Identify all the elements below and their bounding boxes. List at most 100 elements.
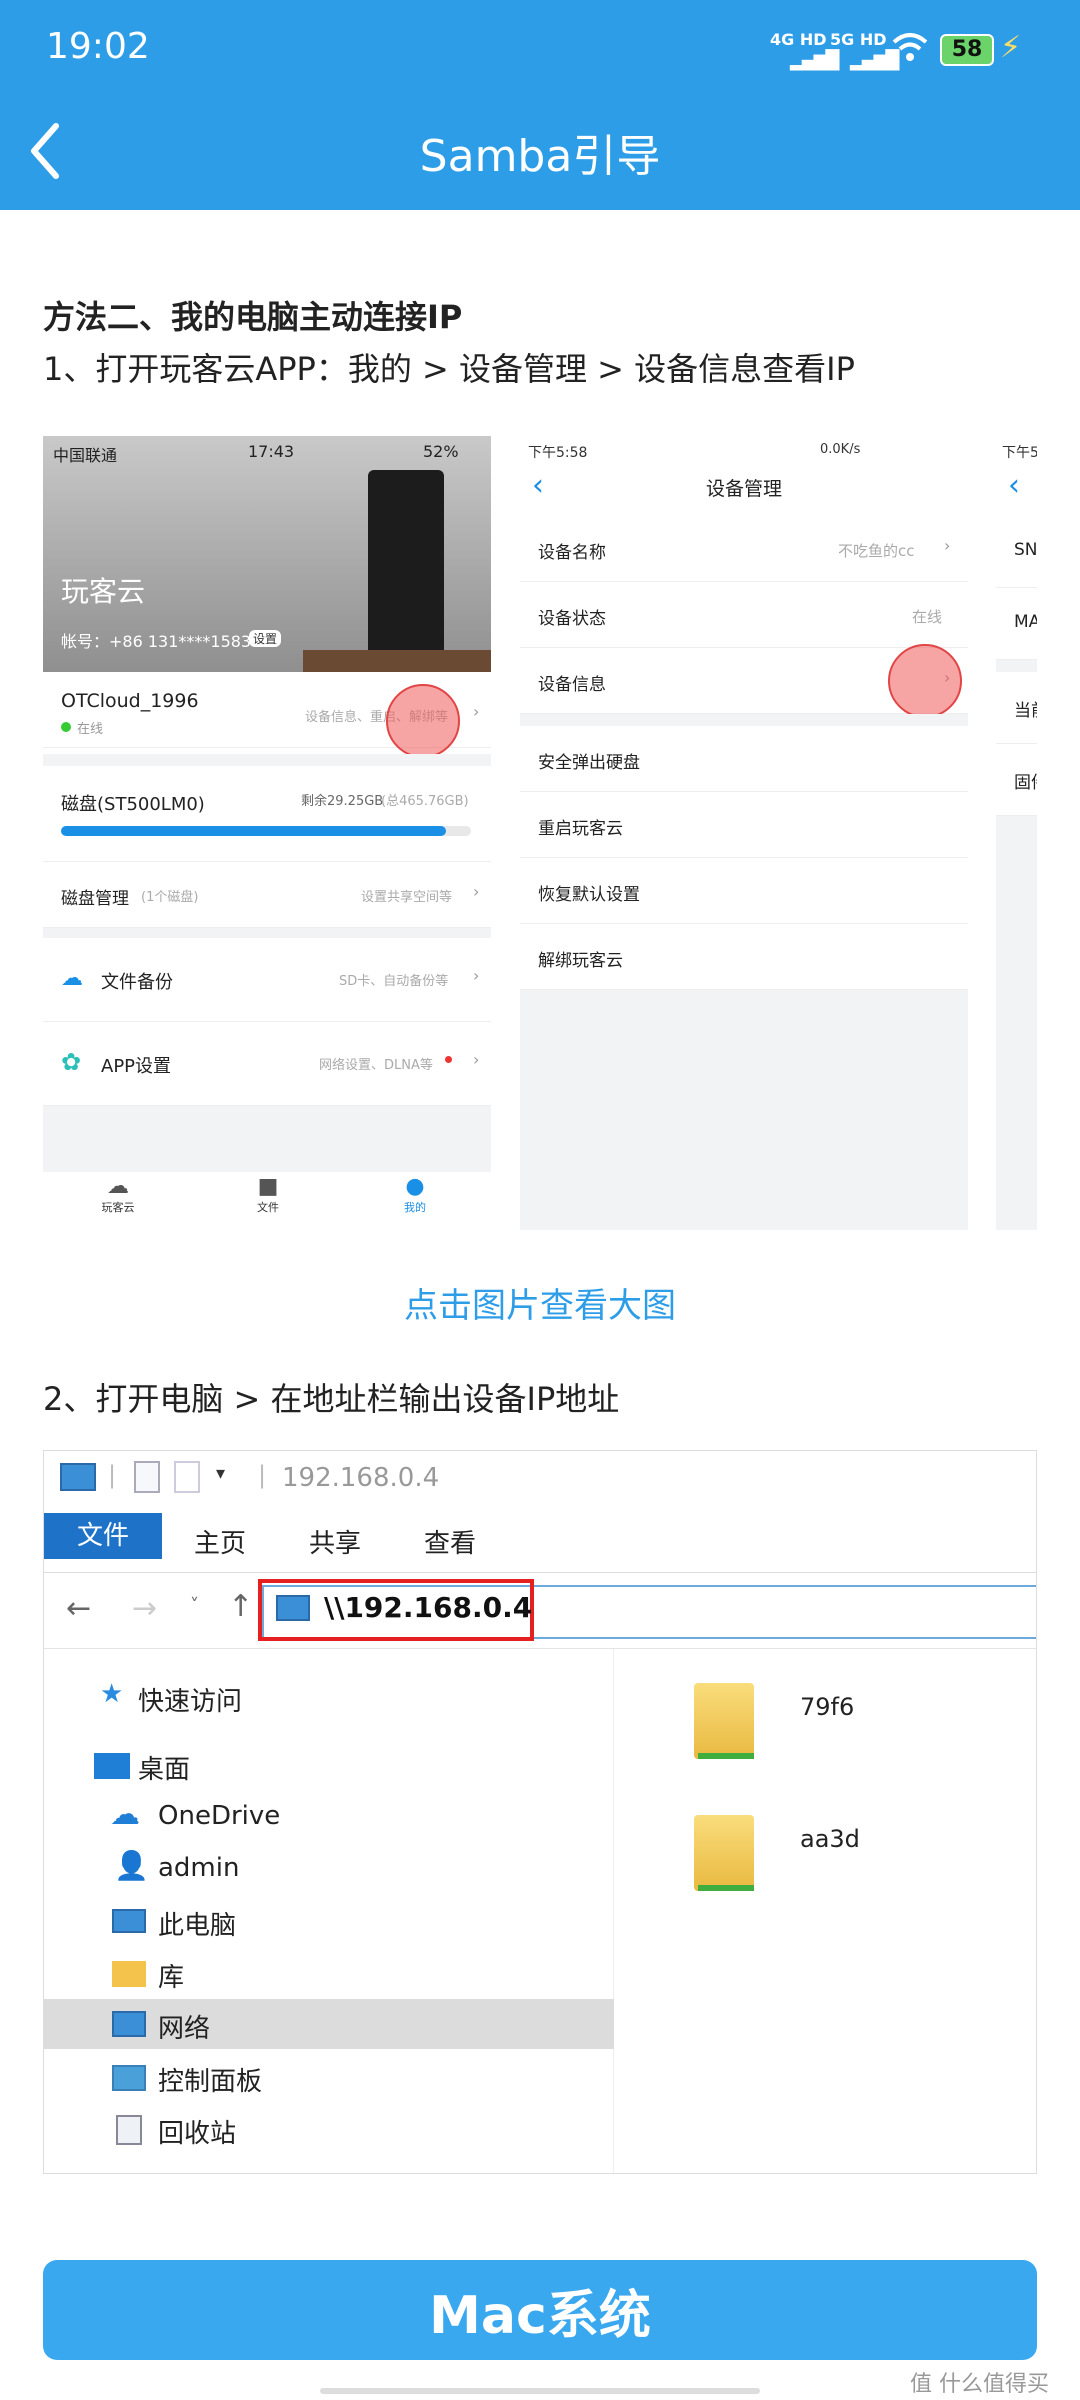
row-value: 在线 [912, 608, 943, 626]
cloud-icon: ☁ [61, 966, 83, 991]
app-settings-row[interactable]: ✿ APP设置 网络设置、DLNA等 › [43, 1022, 491, 1106]
tab-home[interactable]: 主页 [194, 1523, 246, 1560]
nav-item-onedrive[interactable]: ☁ OneDrive [44, 1793, 614, 1841]
action-reset: 恢复默认设置 [538, 885, 640, 905]
device-image [368, 470, 444, 670]
info-item: MA [1014, 612, 1037, 632]
content-pane: 79f6 aa3d [614, 1649, 1036, 2173]
tab-files[interactable]: ■ 文件 [233, 1174, 303, 1215]
device-name: OTCloud_1996 [61, 690, 199, 712]
tab-label: 玩客云 [101, 1201, 135, 1214]
disk-total: (总465.76GB) [381, 794, 469, 809]
network-4g-label: 4G HD [770, 30, 827, 49]
separator: | [258, 1461, 267, 1489]
device-status-row[interactable]: 设备状态 在线 [520, 582, 968, 648]
tab-view[interactable]: 查看 [424, 1523, 476, 1560]
recycle-bin-icon [116, 2115, 142, 2145]
device-name-row[interactable]: 设备名称 不吃鱼的cc › [520, 516, 968, 582]
action-row[interactable]: 解绑玩客云 [520, 924, 968, 990]
shot2-speed: 0.0K/s [820, 442, 861, 457]
shared-folder-aa3d[interactable]: aa3d [694, 1815, 894, 1915]
mac-system-button[interactable]: Mac系统 [43, 2260, 1037, 2360]
nav-item-control-panel[interactable]: 控制面板 [44, 2053, 614, 2101]
library-icon [112, 1961, 146, 1987]
shot2-title: 设备管理 [705, 478, 782, 500]
disk-management-row[interactable]: 磁盘管理 (1个磁盘) 设置共享空间等 › [43, 862, 491, 928]
account-label: 帐号：+86 131****1583 [61, 632, 252, 651]
battery-icon: 58 [940, 34, 994, 66]
view-large-image-link[interactable]: 点击图片查看大图 [0, 1278, 1080, 1327]
info-item: 固件 [1014, 773, 1037, 793]
info-item: SN [1014, 540, 1037, 560]
recent-locations-icon[interactable]: ˅ [190, 1595, 199, 1616]
disk-management-hint: 设置共享空间等 [361, 890, 453, 905]
disk-management-label: 磁盘管理 [61, 889, 129, 909]
cloud-icon: ☁ [107, 1174, 129, 1199]
backup-row[interactable]: ☁ 文件备份 SD卡、自动备份等 › [43, 938, 491, 1022]
screenshot-app-home[interactable]: 中国联通 17:43 52% 玩客云 帐号：+86 131****1583 设置… [43, 436, 491, 1230]
tab-me[interactable]: ● 我的 [380, 1174, 450, 1215]
device-info-row[interactable]: 设备信息 › [520, 644, 968, 718]
forward-arrow-icon[interactable]: → [132, 1591, 157, 1626]
action-row[interactable]: 恢复默认设置 [520, 858, 968, 924]
chevron-right-icon: › [473, 966, 480, 985]
back-arrow-icon[interactable]: ← [66, 1591, 91, 1626]
screenshot-device-info-partial[interactable]: 下午5 ‹ SN MA 当前 固件 [996, 436, 1037, 1230]
nav-item-recycle-bin[interactable]: 回收站 [44, 2105, 614, 2153]
user-icon: 👤 [114, 1849, 149, 1882]
device-row[interactable]: OTCloud_1996 在线 设备信息、重启、解绑等 › [43, 672, 491, 758]
network-5g-label: 5G HD [830, 30, 887, 49]
screenshot-file-explorer[interactable]: | ▾ | 192.168.0.4 文件 主页 共享 查看 ← → ˅ ↑ \\… [43, 1450, 1037, 2174]
screenshot-device-management[interactable]: 下午5:58 0.0K/s ‹ 设备管理 设备名称 不吃鱼的cc › 设备状态 … [520, 436, 968, 1230]
control-panel-icon [112, 2065, 146, 2091]
page-title: Samba引导 [419, 131, 661, 182]
folder-name: aa3d [800, 1825, 860, 1853]
shared-folder-79f6[interactable]: 79f6 [694, 1683, 894, 1783]
dropdown-icon[interactable]: ▾ [216, 1463, 225, 1484]
nav-item-library[interactable]: 库 [44, 1949, 614, 1997]
action-row[interactable]: 重启玩客云 [520, 792, 968, 858]
tab-file[interactable]: 文件 [44, 1513, 162, 1559]
properties-icon [134, 1461, 160, 1493]
disk-usage-track [61, 826, 471, 836]
method-heading: 方法二、我的电脑主动连接IP [43, 298, 463, 336]
chevron-right-icon: › [944, 536, 951, 555]
nav-item-quick-access[interactable]: ★ 快速访问 [44, 1673, 614, 1721]
person-icon: ● [405, 1174, 425, 1199]
device-status: 在线 [77, 722, 104, 737]
watermark: 值 什么值得买 [910, 2366, 1049, 2398]
shot1-carrier: 中国联通 [53, 446, 118, 465]
home-indicator [320, 2388, 760, 2394]
up-arrow-icon[interactable]: ↑ [228, 1589, 253, 1624]
tab-home[interactable]: ☁ 玩客云 [83, 1174, 153, 1215]
nav-item-admin[interactable]: 👤 admin [44, 1845, 614, 1893]
divider [520, 714, 968, 726]
address-value: \\192.168.0.4 [324, 1591, 533, 1624]
backup-label: 文件备份 [101, 972, 173, 993]
shot2-time: 下午5:58 [528, 445, 588, 461]
disk-usage-fill [61, 826, 447, 836]
nav-item-label: 库 [158, 1963, 185, 1993]
nav-item-this-pc[interactable]: 此电脑 [44, 1897, 614, 1945]
shot1-time: 17:43 [248, 442, 295, 461]
tab-bar: ☁ 玩客云 ■ 文件 ● 我的 [43, 1172, 491, 1230]
action-row[interactable]: 安全弹出硬盘 [520, 726, 968, 792]
account-settings-tag: 设置 [249, 630, 282, 647]
disk-row[interactable]: 磁盘(ST500LM0) 剩余29.25GB (总465.76GB) [43, 766, 491, 862]
notification-dot [445, 1056, 452, 1063]
nav-item-label: 此电脑 [158, 1911, 237, 1941]
nav-item-desktop[interactable]: 桌面 [44, 1741, 614, 1789]
empty-area [996, 816, 1037, 1230]
tab-share[interactable]: 共享 [309, 1523, 361, 1560]
backup-hint: SD卡、自动备份等 [339, 974, 449, 989]
disk-name: 磁盘(ST500LM0) [61, 794, 205, 815]
nav-item-network[interactable]: 网络 [44, 1999, 614, 2049]
info-item: 当前 [1014, 701, 1037, 721]
app-settings-label: APP设置 [101, 1056, 172, 1077]
cloud-icon: ☁ [110, 1797, 140, 1832]
navigation-pane: ★ 快速访问 桌面 ☁ OneDrive 👤 admin 此电脑 库 网络 控制… [44, 1649, 614, 2173]
online-dot-icon [61, 722, 71, 732]
signal-icon: ▂▄▆█ [790, 50, 839, 71]
tab-label: 我的 [404, 1201, 426, 1214]
row-label: 设备状态 [538, 609, 606, 629]
